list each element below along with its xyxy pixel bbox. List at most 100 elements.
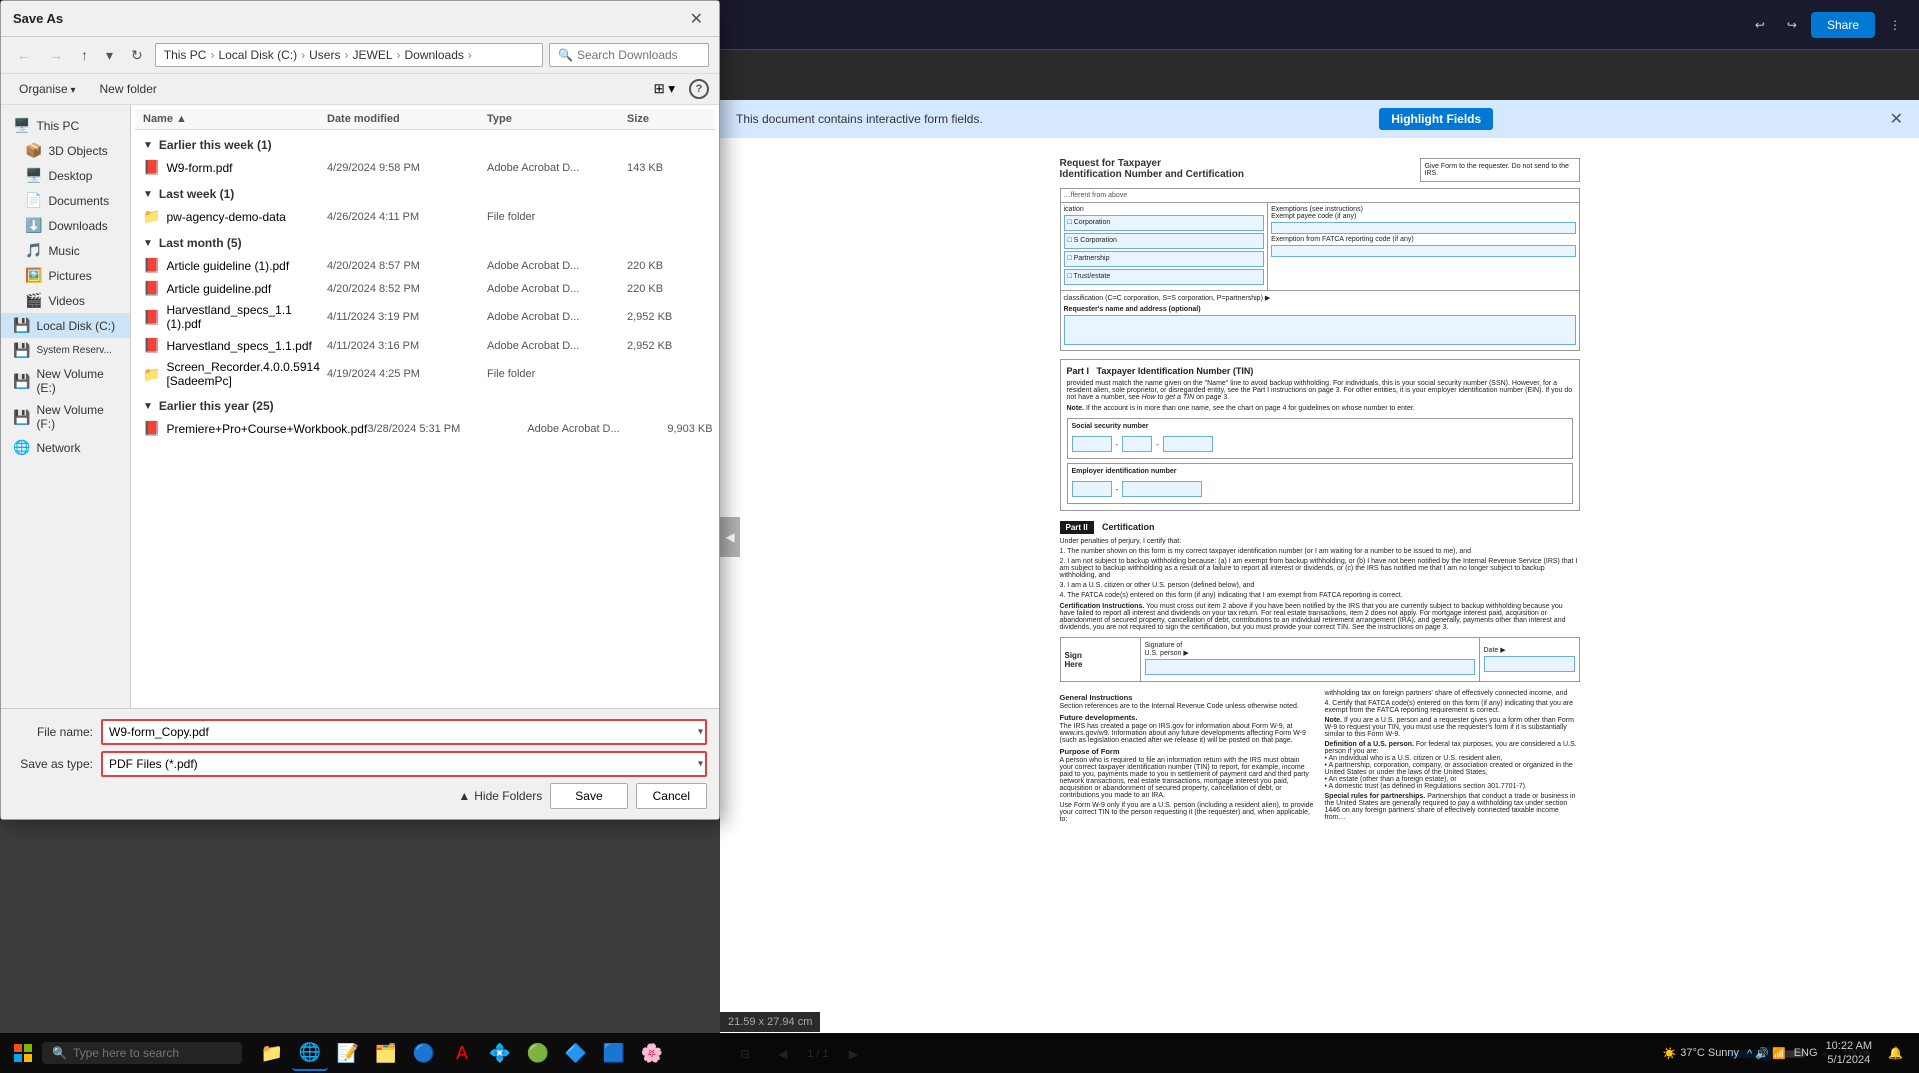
file-row-premiere-pro[interactable]: 📕 Premiere+Pro+Course+Workbook.pdf 3/28/… <box>135 417 715 440</box>
share-button[interactable]: Share <box>1811 12 1875 38</box>
search-dialog-input[interactable] <box>577 48 732 62</box>
taskbar-app-flower[interactable]: 🌸 <box>634 1035 670 1071</box>
sidebar-item-this-pc[interactable]: 🖥️ This PC <box>1 113 130 138</box>
group-last-week[interactable]: ▼ Last week (1) <box>135 183 715 205</box>
sidebar-item-music[interactable]: 🎵 Music <box>1 238 130 263</box>
dialog-nav-bar: ← → ↑ ▾ ↻ This PC › Local Disk (C:) › Us… <box>1 37 719 74</box>
taskbar-app-chrome[interactable]: 🔵 <box>406 1035 442 1071</box>
sidebar-item-3d-objects[interactable]: 📦 3D Objects <box>1 138 130 163</box>
breadcrumb-local-disk[interactable]: Local Disk (C:) <box>218 48 297 62</box>
taskbar-search-bar[interactable]: 🔍 <box>42 1042 242 1064</box>
sidebar-item-documents[interactable]: 📄 Documents <box>1 188 130 213</box>
certification-section: Part II Certification Under penalties of… <box>1060 521 1580 631</box>
highlight-fields-banner: This document contains interactive form … <box>720 100 1919 138</box>
search-dialog-box[interactable]: 🔍 <box>549 43 709 67</box>
col-date[interactable]: Date modified <box>327 113 487 125</box>
file-row-article-guideline[interactable]: 📕 Article guideline.pdf 4/20/2024 8:52 P… <box>135 277 715 300</box>
desktop-icon: 🖥️ <box>25 167 42 184</box>
file-row-screen-recorder[interactable]: 📁 Screen_Recorder.4.0.0.5914 [SadeemPc] … <box>135 357 715 391</box>
back-button[interactable]: ← <box>11 45 37 65</box>
pictures-icon: 🖼️ <box>25 267 42 284</box>
this-pc-icon: 🖥️ <box>13 117 30 134</box>
search-dialog-icon: 🔍 <box>558 48 573 62</box>
local-disk-icon: 💾 <box>13 317 30 334</box>
notification-button[interactable]: 🔔 <box>1880 1042 1911 1064</box>
pdf-content-area: Request for TaxpayerIdentification Numbe… <box>720 138 1919 1033</box>
taskbar-app-app6[interactable]: 💠 <box>482 1035 518 1071</box>
cancel-button[interactable]: Cancel <box>636 783 707 809</box>
file-row-w9-form[interactable]: 📕 W9-form.pdf 4/29/2024 9:58 PM Adobe Ac… <box>135 156 715 179</box>
recent-locations-button[interactable]: ▾ <box>100 45 119 66</box>
view-toggle-button[interactable]: ⊞ ▾ <box>647 78 681 100</box>
sidebar-item-new-volume-f[interactable]: 💾 New Volume (F:) <box>1 399 130 435</box>
group-earlier-this-week[interactable]: ▼ Earlier this week (1) <box>135 134 715 156</box>
taskbar-clock[interactable]: 10:22 AM 5/1/2024 <box>1826 1039 1872 1068</box>
file-row-harvestland[interactable]: 📕 Harvestland_specs_1.1.pdf 4/11/2024 3:… <box>135 334 715 357</box>
3d-objects-icon: 📦 <box>25 142 42 159</box>
sidebar-item-videos[interactable]: 🎬 Videos <box>1 288 130 313</box>
file-row-harvestland-1[interactable]: 📕 Harvestland_specs_1.1 (1).pdf 4/11/202… <box>135 300 715 334</box>
savetype-input[interactable] <box>101 751 707 777</box>
breadcrumb-downloads[interactable]: Downloads <box>405 48 464 62</box>
sidebar-item-pictures[interactable]: 🖼️ Pictures <box>1 263 130 288</box>
taskbar-app-word[interactable]: 📝 <box>330 1035 366 1071</box>
group-toggle-last-month: ▼ <box>143 238 153 249</box>
breadcrumb-this-pc[interactable]: This PC <box>164 48 207 62</box>
up-button[interactable]: ↑ <box>75 45 94 65</box>
filename-input[interactable] <box>101 719 707 745</box>
pdf-file-icon-3: 📕 <box>143 280 160 297</box>
taskbar-app-edge[interactable]: 🌐 <box>292 1035 328 1071</box>
highlight-fields-button[interactable]: Highlight Fields <box>1379 108 1493 130</box>
pdf-file-icon-5: 📕 <box>143 337 160 354</box>
file-list-header: Name ▲ Date modified Type Size <box>135 109 715 130</box>
file-row-pw-agency[interactable]: 📁 pw-agency-demo-data 4/26/2024 4:11 PM … <box>135 205 715 228</box>
forward-button[interactable]: → <box>43 45 69 65</box>
documents-icon: 📄 <box>25 192 42 209</box>
sidebar-item-system-reserved[interactable]: 💾 System Reserv... <box>1 338 130 363</box>
undo-button[interactable]: ↩ <box>1747 14 1773 36</box>
redo-button[interactable]: ↪ <box>1779 14 1805 36</box>
hide-folders-button[interactable]: ▲ Hide Folders <box>458 789 542 803</box>
savetype-label: Save as type: <box>13 757 93 771</box>
refresh-button[interactable]: ↻ <box>125 45 149 66</box>
signature-section: SignHere Signature ofU.S. person ▶ Date … <box>1060 637 1580 682</box>
nav-arrow-left[interactable]: ◀ <box>720 517 740 557</box>
taskbar-app-app7[interactable]: 🟢 <box>520 1035 556 1071</box>
group-last-month[interactable]: ▼ Last month (5) <box>135 232 715 254</box>
taskbar-app-file-explorer[interactable]: 🗂️ <box>368 1035 404 1071</box>
sidebar-item-new-volume-e[interactable]: 💾 New Volume (E:) <box>1 363 130 399</box>
save-button[interactable]: Save <box>550 783 627 809</box>
col-name[interactable]: Name ▲ <box>143 113 327 125</box>
col-size[interactable]: Size <box>627 113 707 125</box>
start-button[interactable] <box>8 1038 38 1068</box>
new-folder-button[interactable]: New folder <box>92 79 165 99</box>
more-menu-button[interactable]: ⋮ <box>1881 14 1909 36</box>
breadcrumb-jewel[interactable]: JEWEL <box>352 48 392 62</box>
taskbar-search-input[interactable] <box>73 1046 223 1060</box>
close-banner-button[interactable]: ✕ <box>1890 109 1903 129</box>
sidebar-item-network[interactable]: 🌐 Network <box>1 435 130 460</box>
help-button[interactable]: ? <box>689 79 709 99</box>
taskbar-app-app9[interactable]: 🟦 <box>596 1035 632 1071</box>
file-row-article-guideline-1[interactable]: 📕 Article guideline (1).pdf 4/20/2024 8:… <box>135 254 715 277</box>
network-icon: 🌐 <box>13 439 30 456</box>
sidebar-item-desktop[interactable]: 🖥️ Desktop <box>1 163 130 188</box>
col-type[interactable]: Type <box>487 113 627 125</box>
new-volume-e-icon: 💾 <box>13 373 30 390</box>
taskbar-app-files[interactable]: 📁 <box>254 1035 290 1071</box>
breadcrumb-users[interactable]: Users <box>309 48 340 62</box>
organise-button[interactable]: Organise <box>11 79 84 99</box>
sidebar-item-local-disk[interactable]: 💾 Local Disk (C:) <box>1 313 130 338</box>
group-earlier-this-year[interactable]: ▼ Earlier this year (25) <box>135 395 715 417</box>
taskbar-app-app8[interactable]: 🔷 <box>558 1035 594 1071</box>
footer-actions: ▲ Hide Folders Save Cancel <box>13 783 707 809</box>
downloads-icon: ⬇️ <box>25 217 42 234</box>
toolbar-top-right: ↩ ↪ Share ⋮ <box>1747 12 1909 38</box>
taskbar-app-acrobat[interactable]: A <box>444 1035 480 1071</box>
savetype-input-wrap: ▾ <box>101 751 707 777</box>
sidebar-item-downloads[interactable]: ⬇️ Downloads <box>1 213 130 238</box>
filename-dropdown-icon[interactable]: ▾ <box>698 727 703 738</box>
music-icon: 🎵 <box>25 242 42 259</box>
savetype-dropdown-icon[interactable]: ▾ <box>698 759 703 770</box>
dialog-close-button[interactable]: ✕ <box>686 9 707 29</box>
